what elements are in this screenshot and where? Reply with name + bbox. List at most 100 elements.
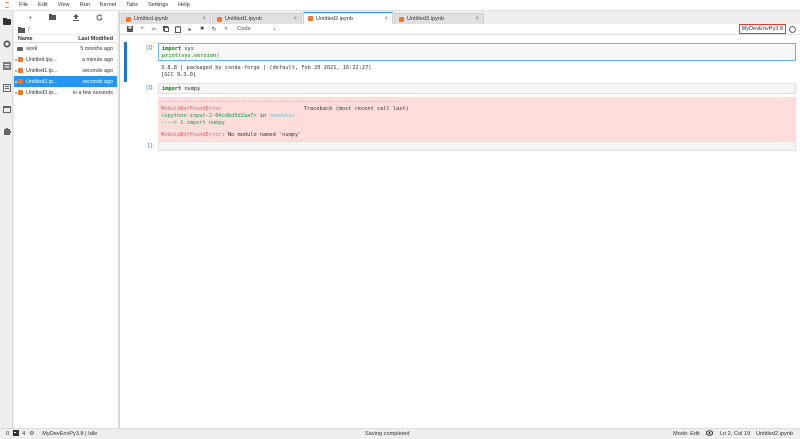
extension-manager-icon[interactable]	[2, 127, 11, 136]
code-cell-input[interactable]: import sys print(sys.version)	[158, 43, 796, 61]
tab-untitled3[interactable]: Untitled3.ipynb ×	[394, 13, 484, 24]
menu-bar: File Edit View Run Kernel Tabs Settings …	[0, 0, 800, 11]
kernel-status-icon	[789, 26, 796, 33]
file-browser-toolbar: +	[14, 11, 117, 25]
file-row-work[interactable]: work 5 months ago	[14, 43, 117, 54]
close-icon[interactable]: ×	[293, 16, 297, 22]
input-prompt: [1]:	[146, 85, 154, 91]
menu-settings[interactable]: Settings	[143, 2, 173, 8]
interrupt-icon[interactable]: ■	[196, 24, 208, 34]
upload-icon[interactable]	[72, 13, 79, 23]
folder-icon[interactable]	[18, 26, 25, 33]
restart-icon[interactable]: ↻	[208, 24, 220, 34]
traceback-line: ----> 1 import numpy	[161, 120, 225, 126]
cursor-position[interactable]: Ln 2, Col 19	[720, 431, 750, 437]
insert-cell-icon[interactable]: +	[136, 24, 148, 34]
menu-edit[interactable]: Edit	[33, 2, 53, 8]
running-indicator-icon	[15, 81, 17, 83]
save-icon[interactable]	[124, 24, 136, 34]
file-modified: in a few seconds	[72, 89, 113, 96]
tab-label: Untitled.ipynb	[134, 16, 168, 22]
current-file-name: Untitled2.ipynb	[756, 431, 794, 437]
file-row-untitled[interactable]: Untitled.ipy... a minute ago	[14, 54, 117, 65]
file-name: Untitled1.ip...	[26, 67, 58, 74]
new-folder-icon[interactable]	[49, 14, 57, 22]
commands-palette-icon[interactable]	[2, 61, 11, 70]
file-name: Untitled2.ip...	[26, 78, 58, 85]
terminal-icon	[13, 430, 20, 438]
traceback-in: in	[256, 113, 270, 119]
tab-untitled2[interactable]: Untitled2.ipynb ×	[303, 12, 393, 24]
tab-untitled[interactable]: Untitled.ipynb ×	[121, 13, 211, 24]
kernel-name-button[interactable]: MyDevEnvPy3.8	[738, 24, 786, 34]
column-modified-header[interactable]: Last Modified	[70, 36, 117, 42]
run-icon[interactable]: ▸	[184, 24, 196, 34]
code-keyword: import	[162, 86, 182, 92]
cell-type-dropdown[interactable]: Code ⌄	[237, 26, 277, 32]
file-name: work	[26, 45, 38, 52]
property-inspector-icon[interactable]	[2, 83, 11, 92]
status-terminals-count[interactable]: 4	[22, 431, 25, 437]
notebook-icon	[17, 57, 23, 62]
file-list-header: Name Last Modified	[14, 34, 117, 43]
cut-icon[interactable]: ✂	[148, 24, 160, 34]
mode-indicator: Mode: Edit	[673, 431, 700, 437]
tab-label: Untitled2.ipynb	[316, 15, 354, 22]
main-dock-panel: Untitled.ipynb × Untitled1.ipynb × Untit…	[119, 11, 800, 428]
menu-file[interactable]: File	[14, 2, 33, 8]
restart-run-all-icon[interactable]: »	[220, 24, 232, 34]
output-collapser[interactable]	[124, 63, 127, 82]
gear-icon: ⚙	[29, 431, 35, 437]
code-text: numpy	[181, 86, 201, 92]
tabs-icon[interactable]	[2, 105, 11, 114]
menu-tabs[interactable]: Tabs	[121, 2, 143, 8]
output-text: [GCC 9.3.0]	[161, 72, 197, 78]
notebook-toolbar: + ✂ ▸ ■ ↻ » Code ⌄	[120, 24, 800, 35]
code-keyword: import	[162, 46, 182, 52]
code-cell-input[interactable]: import numpy	[158, 83, 796, 94]
input-prompt: [1]:	[146, 45, 154, 51]
close-icon[interactable]: ×	[202, 16, 206, 22]
status-kernels-count[interactable]: 0	[6, 431, 9, 437]
close-icon[interactable]: ×	[475, 16, 479, 22]
chevron-down-icon: ⌄	[272, 26, 277, 32]
error-separator: ----------------------------------------…	[161, 99, 401, 105]
tab-bar: Untitled.ipynb × Untitled1.ipynb × Untit…	[120, 11, 800, 24]
code-cell-input-empty[interactable]	[158, 141, 796, 151]
folder-icon[interactable]	[2, 17, 11, 26]
paste-icon[interactable]	[172, 24, 184, 34]
file-name: Untitled.ipy...	[26, 56, 57, 63]
jupyter-logo-icon	[0, 0, 14, 11]
tab-label: Untitled3.ipynb	[407, 16, 445, 22]
traceback-input: <ipython-input-2-04cdbd5d2aa7>	[161, 113, 257, 119]
menu-help[interactable]: Help	[173, 2, 195, 8]
menu-view[interactable]: View	[53, 2, 75, 8]
close-icon[interactable]: ×	[384, 16, 388, 22]
file-row-untitled2[interactable]: Untitled2.ip... seconds ago	[14, 76, 117, 87]
kernel-name: MyDevEnvPy3.8	[741, 26, 783, 32]
status-bar: 0 4 ⚙ MyDevEnvPy3.8 | Idle Saving comple…	[0, 428, 800, 439]
file-row-untitled1[interactable]: Untitled1.ip... seconds ago	[14, 65, 117, 76]
error-name: ModuleNotFoundError	[161, 132, 222, 138]
tab-untitled1[interactable]: Untitled1.ipynb ×	[212, 13, 302, 24]
kernel-status-text[interactable]: MyDevEnvPy3.8 | Idle	[42, 431, 97, 437]
menu-kernel[interactable]: Kernel	[95, 2, 121, 8]
breadcrumb-root[interactable]: /	[28, 27, 30, 33]
file-modified: seconds ago	[82, 67, 113, 74]
traceback-label: Traceback (most recent call last)	[303, 106, 409, 112]
cell-output: 3.8.8 | packaged by conda-forge | (defau…	[158, 63, 796, 81]
error-output: ----------------------------------------…	[158, 97, 796, 143]
column-name-header[interactable]: Name	[14, 36, 70, 42]
running-indicator-icon	[15, 70, 17, 72]
notebook-icon	[399, 16, 404, 22]
new-launcher-icon[interactable]: +	[28, 15, 32, 22]
input-prompt: [ ]:	[147, 143, 154, 149]
save-status-text: Saving completed	[365, 431, 410, 437]
menu-run[interactable]: Run	[75, 2, 95, 8]
file-browser: + / Name Last Modified work 5 months ago…	[14, 11, 117, 428]
refresh-icon[interactable]	[96, 14, 103, 23]
running-sessions-icon[interactable]	[2, 39, 11, 48]
copy-icon[interactable]	[160, 24, 172, 34]
file-row-untitled3[interactable]: Untitled3.ip... in a few seconds	[14, 87, 117, 98]
tab-label: Untitled1.ipynb	[225, 16, 263, 22]
